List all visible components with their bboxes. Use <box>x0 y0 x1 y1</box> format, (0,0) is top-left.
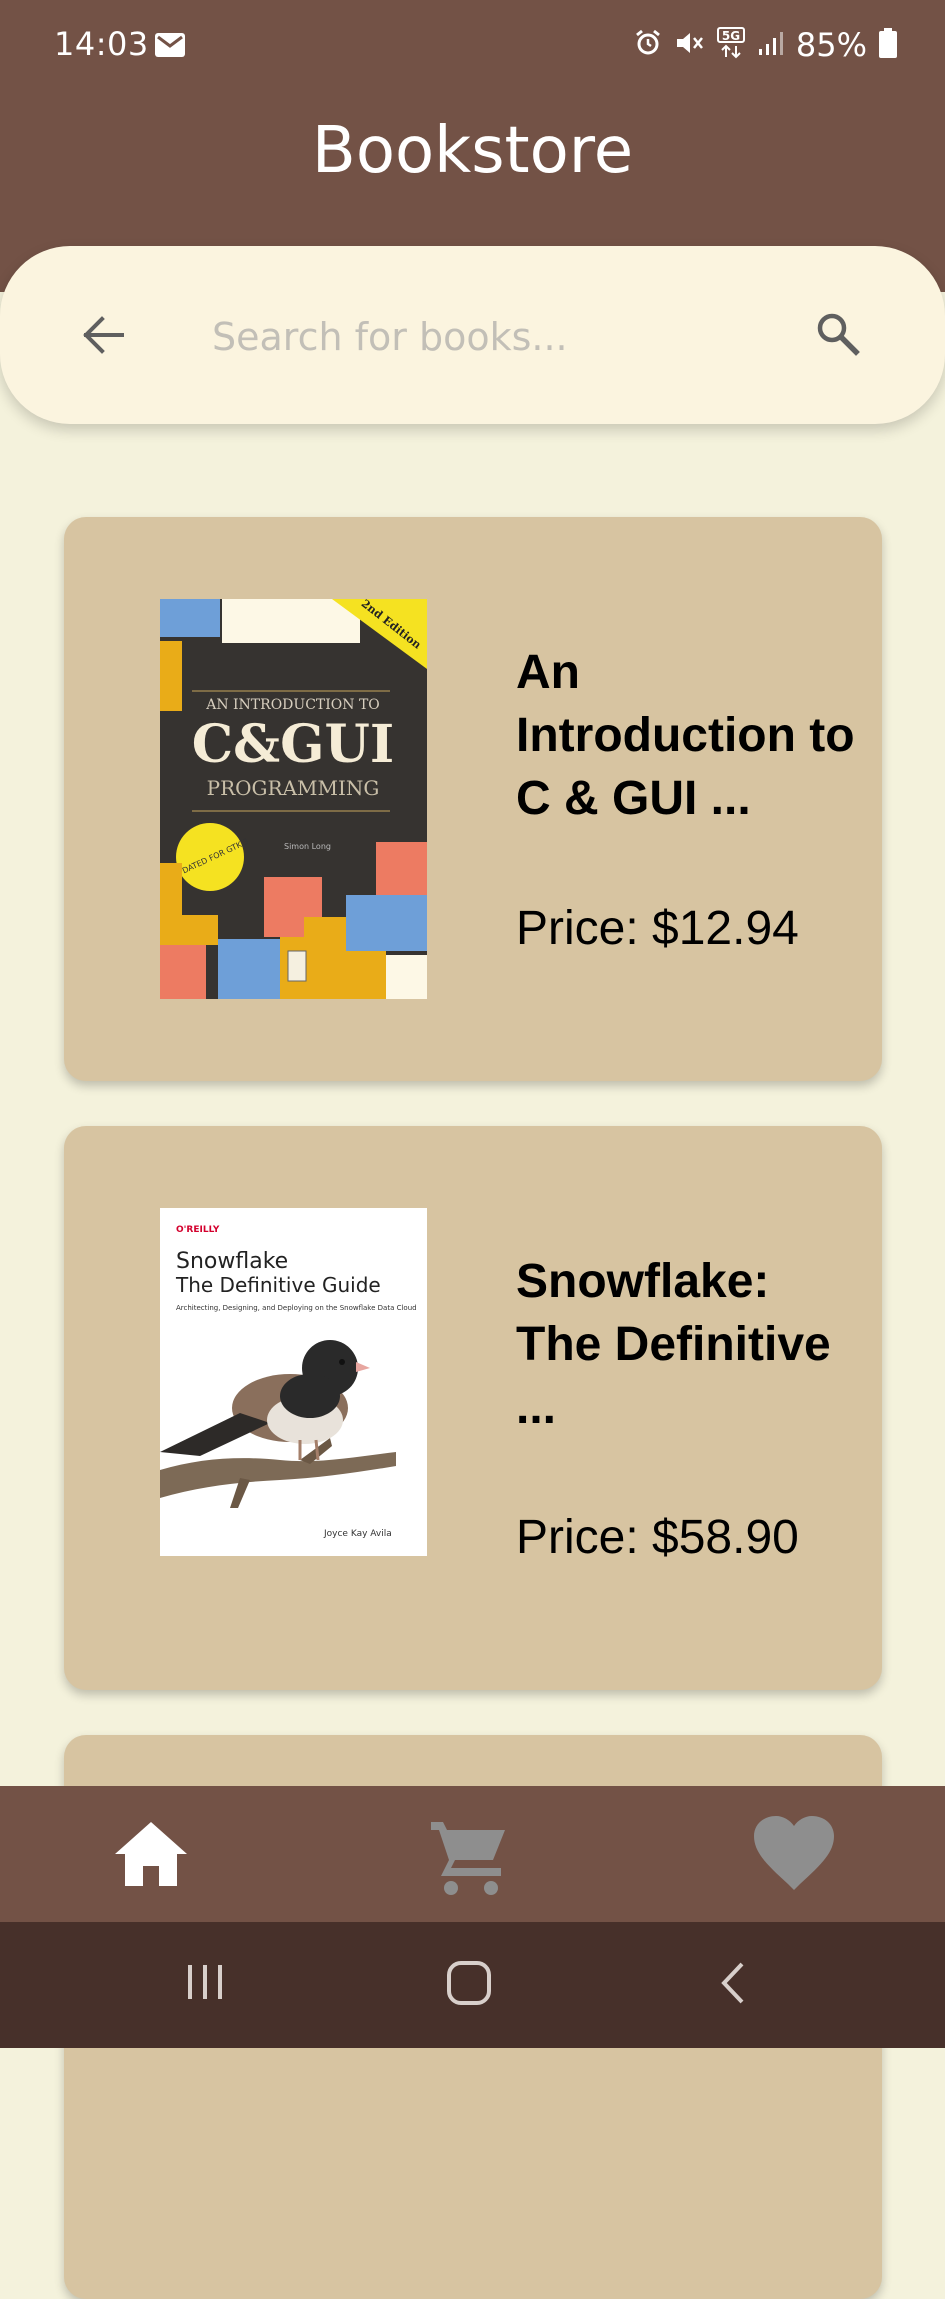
mute-icon <box>674 29 704 62</box>
book-cover: O'REILLY Snowflake The Definitive Guide … <box>160 1208 427 1608</box>
cover-publisher: O'REILLY <box>176 1225 220 1235</box>
recent-apps-icon[interactable] <box>183 1960 227 2009</box>
status-icons: 5G 85% <box>634 26 897 64</box>
back-arrow-icon[interactable] <box>80 312 126 363</box>
book-title: Snowflake: The Definitive ... <box>516 1255 831 1434</box>
book-price: Price: $12.94 <box>516 902 799 955</box>
cover-line1: AN INTRODUCTION TO <box>205 697 380 713</box>
back-icon[interactable] <box>718 1960 750 2011</box>
search-bar <box>0 246 945 424</box>
page-title: Bookstore <box>311 114 634 188</box>
cover-title-line1: Snowflake <box>176 1249 288 1274</box>
home-button-icon[interactable] <box>446 1960 492 2011</box>
cover-subtitle: Architecting, Designing, and Deploying o… <box>176 1304 417 1312</box>
search-input[interactable] <box>210 296 774 378</box>
mail-icon <box>155 33 185 62</box>
signal-icon <box>758 30 784 61</box>
book-price: Price: $58.90 <box>516 1511 799 1564</box>
book-cover: 2nd Edition AN INTRODUCTION TO C&GUI PRO… <box>160 597 427 999</box>
cart-icon[interactable] <box>427 1814 511 1903</box>
status-bar: 14:03 5G 85% <box>0 0 945 92</box>
status-time: 14:03 <box>54 25 149 63</box>
bottom-nav <box>0 1786 945 1922</box>
cover-line2: C&GUI <box>192 714 394 775</box>
book-title: An Introduction to C & GUI ... <box>516 646 855 825</box>
home-icon[interactable] <box>111 1814 191 1899</box>
heart-icon[interactable] <box>752 1814 836 1899</box>
book-card[interactable]: O'REILLY Snowflake The Definitive Guide … <box>64 1126 882 1690</box>
book-card[interactable]: 2nd Edition AN INTRODUCTION TO C&GUI PRO… <box>64 517 882 1081</box>
5g-icon: 5G <box>716 26 746 64</box>
svg-text:5G: 5G <box>722 29 740 43</box>
alarm-icon <box>634 29 662 62</box>
system-nav-bar <box>0 1922 945 2048</box>
battery-icon <box>879 27 897 63</box>
cover-title-line2: The Definitive Guide <box>175 1273 381 1297</box>
search-icon[interactable] <box>814 310 862 363</box>
battery-percent: 85% <box>795 26 867 64</box>
cover-line3: PROGRAMMING <box>207 776 380 800</box>
cover-author: Simon Long <box>284 842 331 851</box>
cover-author: Joyce Kay Avila <box>323 1529 392 1539</box>
